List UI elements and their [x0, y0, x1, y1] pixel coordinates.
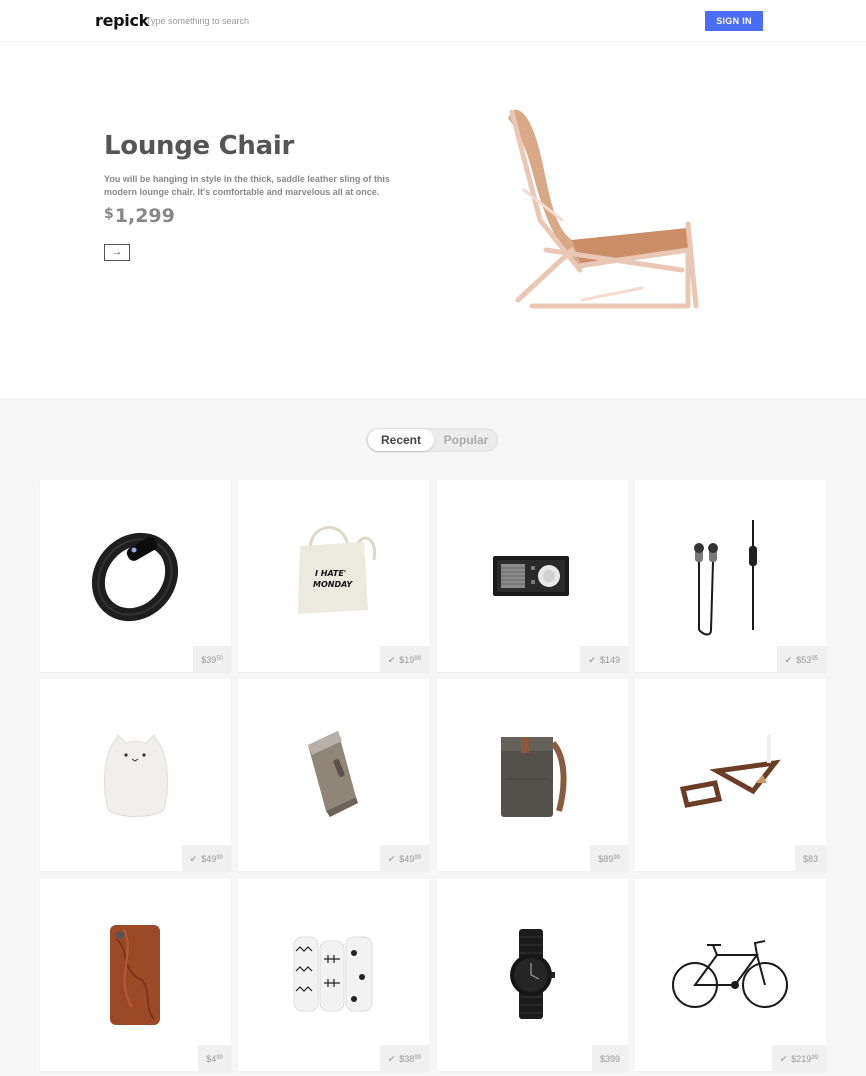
- speaker-image: [308, 731, 358, 817]
- price-dollars: $19: [399, 655, 415, 665]
- check-icon: ✔: [387, 655, 396, 665]
- tab-recent[interactable]: Recent: [368, 429, 434, 451]
- price-cents: 99: [414, 855, 421, 861]
- svg-text:MONDAY: MONDAY: [313, 580, 353, 589]
- blankets-image: [293, 936, 373, 1012]
- price-cents: 99: [216, 855, 223, 861]
- hero-arrow-button[interactable]: →: [104, 244, 130, 261]
- hero-price-value: 1,299: [114, 205, 175, 227]
- check-icon: ✔: [387, 1054, 396, 1064]
- tab-popular[interactable]: Popular: [435, 429, 497, 451]
- price-dollars: $39: [201, 655, 217, 665]
- price-dollars: $89: [598, 854, 614, 864]
- shelves-image: [679, 735, 781, 808]
- price-tag: ✔ $3899: [379, 1045, 429, 1071]
- hero-description: You will be hanging in style in the thic…: [104, 174, 390, 197]
- price-cents: 99: [811, 1055, 818, 1061]
- fitness-band-image: [91, 532, 179, 622]
- product-card-radio[interactable]: ✔ $149: [437, 480, 628, 672]
- cat-lamp-image: [104, 734, 168, 817]
- price-cents: 99: [613, 855, 620, 861]
- check-icon: ✔: [189, 854, 198, 864]
- product-card-blankets[interactable]: ✔ $3899: [238, 879, 429, 1071]
- product-card-speaker[interactable]: ✔ $4999: [238, 679, 429, 871]
- price-cents: 99: [414, 1055, 421, 1061]
- price-dollars: $49: [399, 854, 415, 864]
- price-dollars: $219: [791, 1054, 812, 1064]
- product-card-shelves[interactable]: $83: [635, 679, 826, 871]
- phone-case-image: [110, 925, 160, 1025]
- product-card-tote-bag[interactable]: I HATE' MONDAY ✔ $1999: [238, 480, 429, 672]
- price-tag: $3950: [193, 646, 231, 672]
- price-dollars: $399: [599, 1054, 620, 1064]
- radio-image: [493, 556, 569, 596]
- svg-text:I HATE': I HATE': [315, 569, 346, 578]
- lounge-chair-image: [508, 109, 699, 309]
- hero-price-currency: $: [104, 206, 114, 222]
- price-dollars: $53: [796, 655, 812, 665]
- price-dollars: $49: [201, 854, 217, 864]
- price-cents: 95: [811, 656, 818, 662]
- earphones-image: [694, 520, 757, 636]
- price-dollars: $83: [802, 854, 818, 864]
- check-icon: ✔: [588, 655, 596, 665]
- hero-section: Lounge Chair You will be hanging in styl…: [0, 42, 866, 398]
- price-tag: ✔ $5395: [776, 646, 826, 672]
- price-tag: $83: [794, 845, 826, 871]
- products-section: Recent Popular $3950 I HATE' MONDAY ✔ $19…: [0, 398, 866, 1076]
- arrow-right-icon: →: [112, 246, 122, 258]
- sort-toggle: Recent Popular: [366, 428, 498, 452]
- price-tag: ✔ $149: [580, 646, 628, 672]
- price-tag: ✔ $4999: [181, 845, 231, 871]
- check-icon: ✔: [784, 655, 793, 665]
- watch-image: [510, 929, 555, 1019]
- price-tag: $499: [198, 1045, 231, 1071]
- search-input[interactable]: [146, 13, 446, 29]
- price-cents: 50: [216, 656, 223, 662]
- product-card-backpack[interactable]: $8999: [437, 679, 628, 871]
- price-tag: ✔ $21999: [771, 1045, 826, 1071]
- price-cents: 99: [414, 656, 421, 662]
- sign-in-button[interactable]: SIGN IN: [705, 11, 763, 31]
- hero-price: $1,299: [104, 205, 175, 227]
- price-dollars: $149: [599, 655, 620, 665]
- logo[interactable]: repick: [95, 11, 149, 30]
- backpack-image: [501, 737, 567, 817]
- price-dollars: $4: [206, 1054, 217, 1064]
- price-tag: ✔ $4999: [379, 845, 429, 871]
- product-card-watch[interactable]: $399: [437, 879, 628, 1071]
- price-tag: $8999: [590, 845, 628, 871]
- check-icon: ✔: [779, 1054, 788, 1064]
- price-tag: ✔ $1999: [379, 646, 429, 672]
- product-card-fitness-band[interactable]: $3950: [40, 480, 231, 672]
- check-icon: ✔: [387, 854, 396, 864]
- hero-title: Lounge Chair: [104, 131, 295, 161]
- bicycle-image: [672, 940, 788, 1008]
- product-card-cat-lamp[interactable]: ✔ $4999: [40, 679, 231, 871]
- product-card-earphones[interactable]: ✔ $5395: [635, 480, 826, 672]
- price-tag: $399: [591, 1045, 628, 1071]
- price-cents: 99: [216, 1055, 223, 1061]
- product-card-bicycle[interactable]: ✔ $21999: [635, 879, 826, 1071]
- price-dollars: $38: [399, 1054, 415, 1064]
- product-card-phone-case[interactable]: $499: [40, 879, 231, 1071]
- top-navbar: repick SIGN IN: [0, 0, 866, 42]
- tote-bag-image: I HATE' MONDAY: [298, 526, 377, 614]
